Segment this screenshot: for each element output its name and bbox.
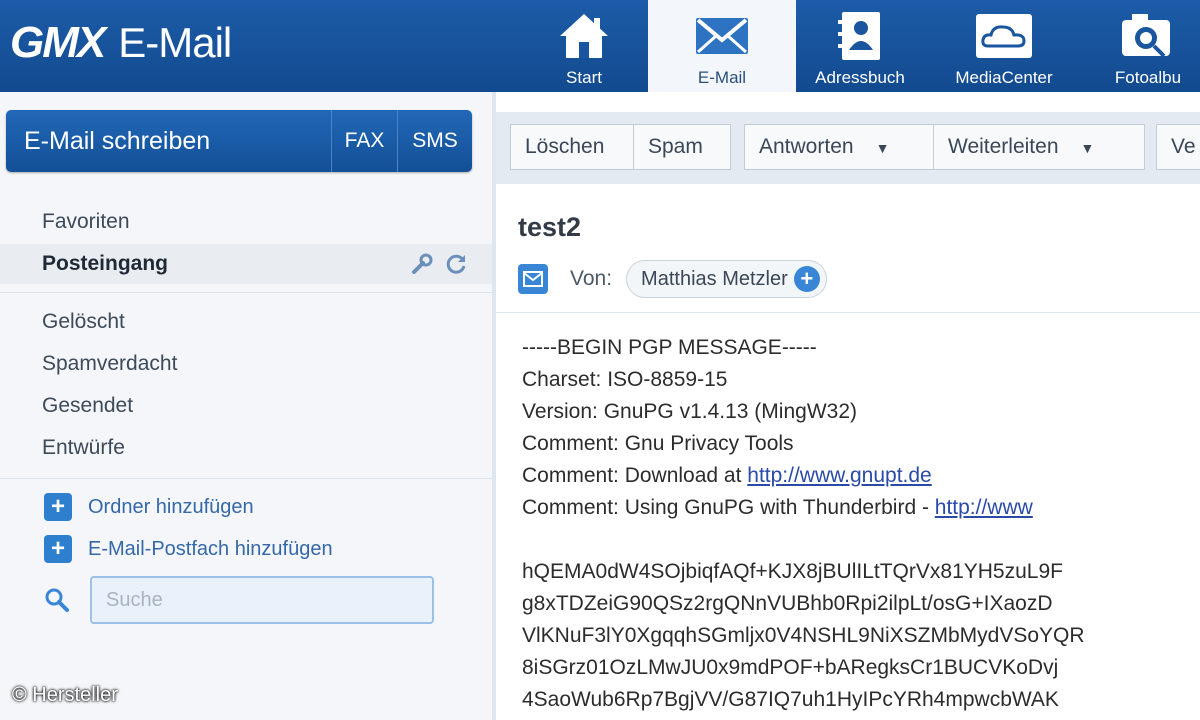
message-line: Comment: Download at http://www.gnupt.de xyxy=(522,460,1200,492)
message-toolbar: Löschen Spam Antworten ▼ Weiterleiten ▼ Ve xyxy=(496,112,1200,184)
nav-start-label: Start xyxy=(566,68,602,87)
home-icon xyxy=(560,14,608,58)
pgp-line: g8xTDZeiG90QSz2rgQNnVUBhb0Rpi2ilpLt/osG+… xyxy=(522,592,1053,615)
gmx-logo[interactable]: GMX E-Mail xyxy=(10,18,232,70)
top-header: GMX E-Mail Start E-Mail Adressbuch Media… xyxy=(0,0,1200,92)
address-book-icon xyxy=(838,12,880,60)
add-folder-label: Ordner hinzufügen xyxy=(88,495,254,518)
nav-adressbuch[interactable]: Adressbuch xyxy=(796,0,924,92)
gnupt-link[interactable]: http://www.gnupt.de xyxy=(747,464,931,487)
folder-entwuerfe[interactable]: Entwürfe xyxy=(0,428,492,468)
folder-spamverdacht[interactable]: Spamverdacht xyxy=(0,344,492,384)
sidebar: E-Mail schreiben FAX SMS Favoriten Poste… xyxy=(0,92,492,720)
mail-badge-icon xyxy=(518,264,548,294)
forward-button[interactable]: Weiterleiten ▼ xyxy=(933,124,1145,170)
chevron-down-icon: ▼ xyxy=(1080,140,1095,156)
nav-mediacenter[interactable]: MediaCenter xyxy=(924,0,1084,92)
folder-gesendet[interactable]: Gesendet xyxy=(0,386,492,426)
download-prefix: Comment: Download at xyxy=(522,464,748,487)
thunderbird-prefix: Comment: Using GnuPG with Thunderbird - xyxy=(522,496,935,519)
nav-email-label: E-Mail xyxy=(697,68,747,87)
folder-label: Entwürfe xyxy=(42,436,125,459)
folder-tools xyxy=(410,252,468,276)
image-credit: © Hersteller xyxy=(12,684,118,706)
camera-icon xyxy=(1122,14,1170,58)
nav-adressbuch-label: Adressbuch xyxy=(815,68,905,87)
sms-button[interactable]: SMS xyxy=(398,110,472,172)
nav-email[interactable]: E-Mail xyxy=(648,0,796,92)
folder-geloescht[interactable]: Gelöscht xyxy=(0,302,492,342)
sender-name: Matthias Metzler xyxy=(641,267,788,290)
forward-label: Weiterleiten xyxy=(948,135,1059,158)
message-line: Charset: ISO-8859-15 xyxy=(522,368,728,391)
compose-button-group: E-Mail schreiben FAX SMS xyxy=(6,110,472,172)
message-line: -----BEGIN PGP MESSAGE----- xyxy=(522,336,817,359)
message-pane: Löschen Spam Antworten ▼ Weiterleiten ▼ Ve… xyxy=(492,92,1200,720)
sender-row: Von: Matthias Metzler + xyxy=(518,260,827,298)
search-row xyxy=(44,576,434,624)
wrench-icon[interactable] xyxy=(410,252,434,276)
folder-label: Gelöscht xyxy=(42,310,125,333)
search-icon xyxy=(45,588,69,612)
message-line: Comment: Using GnuPG with Thunderbird - … xyxy=(522,492,1200,524)
message-body: -----BEGIN PGP MESSAGE----- Charset: ISO… xyxy=(522,332,1200,720)
fax-button[interactable]: FAX xyxy=(332,110,398,172)
pgp-line: 8iSGrz01OzLMwJU0x9mdPOF+bARegksCr1BUCVKo… xyxy=(522,656,1059,679)
sender-contact[interactable]: Matthias Metzler + xyxy=(626,260,827,298)
refresh-icon[interactable] xyxy=(444,252,468,276)
folder-separator xyxy=(0,292,492,293)
more-button[interactable]: Ve xyxy=(1156,124,1200,170)
pgp-line: VlKNuF3lY0XgqqhSGmljx0V4NSHL9NiXSZMbMydV… xyxy=(522,624,1085,647)
from-label: Von: xyxy=(570,267,613,290)
logo-brand: GMX xyxy=(10,18,106,67)
folder-label: Favoriten xyxy=(42,210,130,233)
add-contact-icon[interactable]: + xyxy=(793,266,820,292)
folder-label: Gesendet xyxy=(42,394,134,417)
thunderbird-link[interactable]: http://www xyxy=(935,496,1033,519)
reply-button[interactable]: Antworten ▼ xyxy=(744,124,934,170)
compose-email-button[interactable]: E-Mail schreiben xyxy=(6,110,332,172)
plus-icon: + xyxy=(44,535,72,563)
cloud-icon xyxy=(976,14,1032,58)
nav-mediacenter-label: MediaCenter xyxy=(955,68,1053,87)
nav-start[interactable]: Start xyxy=(520,0,648,92)
nav-fotoalbum-label: Fotoalbu xyxy=(1114,68,1182,87)
pgp-line: 4SaoWub6Rp7BgjVV/G87IQ7uh1HyIPcYRh4mpwcb… xyxy=(522,688,1059,711)
add-mailbox-link[interactable]: + E-Mail-Postfach hinzufügen xyxy=(44,534,333,564)
search-input[interactable] xyxy=(90,576,434,624)
logo-product: E-Mail xyxy=(118,19,232,66)
folder-separator xyxy=(0,478,492,479)
spam-button[interactable]: Spam xyxy=(633,124,731,170)
body-separator xyxy=(496,312,1200,313)
folder-label: Spamverdacht xyxy=(42,352,178,375)
folder-label: Posteingang xyxy=(42,252,169,275)
envelope-icon xyxy=(696,18,748,54)
pgp-line: hQEMA0dW4SOjbiqfAQf+KJX8jBUlILtTQrVx81YH… xyxy=(522,560,1063,583)
message-line: Version: GnuPG v1.4.13 (MingW32) xyxy=(522,400,857,423)
plus-icon: + xyxy=(44,493,72,521)
folder-posteingang[interactable]: Posteingang xyxy=(0,244,492,284)
reply-label: Antworten xyxy=(759,135,854,158)
folder-favoriten[interactable]: Favoriten xyxy=(0,202,492,242)
delete-button[interactable]: Löschen xyxy=(510,124,634,170)
add-mailbox-label: E-Mail-Postfach hinzufügen xyxy=(88,537,333,560)
message-subject: test2 xyxy=(518,212,582,242)
nav-fotoalbum[interactable]: Fotoalbu xyxy=(1084,0,1200,92)
chevron-down-icon: ▼ xyxy=(875,140,890,156)
main-nav: Start E-Mail Adressbuch MediaCenter Foto… xyxy=(520,0,1200,92)
message-line: Comment: Gnu Privacy Tools xyxy=(522,432,794,455)
add-folder-link[interactable]: + Ordner hinzufügen xyxy=(44,492,254,522)
